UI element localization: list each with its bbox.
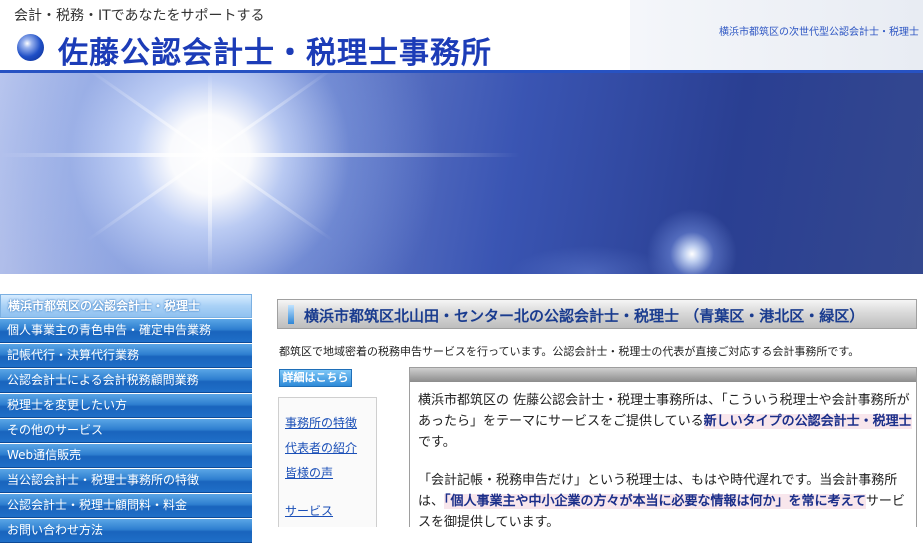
sidebar-item-features[interactable]: 当公認会計士・税理士事務所の特徴 xyxy=(0,469,252,493)
sidebar-item-label: 個人事業主の青色申告・確定申告業務 xyxy=(7,323,212,337)
sun-ray xyxy=(0,153,520,157)
sidebar-item-label: 当公認会計士・税理士事務所の特徴 xyxy=(7,473,200,487)
sidebar-item-contact[interactable]: お問い合わせ方法 xyxy=(0,519,252,543)
sidebar-item-home[interactable]: 横浜市都筑区の公認会計士・税理士 xyxy=(0,294,252,318)
site-tagline: 会計・税務・ITであなたをサポートする xyxy=(14,8,265,24)
sidebar-item-label: その他のサービス xyxy=(7,423,104,437)
content-box-header-bar xyxy=(410,368,916,382)
sidebar-item-label: お問い合わせ方法 xyxy=(7,523,104,537)
details-button[interactable]: 詳細はこちら xyxy=(279,369,352,387)
sidebar-item-other-services[interactable]: その他のサービス xyxy=(0,419,252,443)
page-title: 横浜市都筑区北山田・センター北の公認会計士・税理士 （青葉区・港北区・緑区） xyxy=(304,307,865,325)
intro-text: 都筑区で地域密着の税務申告サービスを行っています。公認会計士・税理士の代表が直接… xyxy=(279,345,860,358)
sidebar-nav: 横浜市都筑区の公認会計士・税理士 個人事業主の青色申告・確定申告業務 記帳代行・… xyxy=(0,294,252,544)
paragraph-text: です。 xyxy=(418,435,456,450)
sidebar-item-label: 税理士を変更したい方 xyxy=(7,398,128,412)
site-title[interactable]: 佐藤公認会計士・税理士事務所 xyxy=(58,28,492,72)
header-right-panel: 横浜市都筑区の次世代型公認会計士・税理士 xyxy=(630,0,923,70)
subnav-link-features[interactable]: 事務所の特徴 xyxy=(285,414,357,431)
intro-paragraph: 横浜市都筑区の 佐藤公認会計士・税理士事務所は、「こういう税理士や会計事務所があ… xyxy=(418,390,913,453)
sidebar-item-advisory[interactable]: 公認会計士による会計税務顧問業務 xyxy=(0,369,252,393)
service-paragraph: 「会計記帳・税務申告だけ」という税理士は、もはや時代遅れです。当会計事務所は、「… xyxy=(418,470,913,527)
sidebar-item-label: 公認会計士・税理士顧問料・料金 xyxy=(7,498,188,512)
highlight-text: 「個人事業主や中小企業の方々が本当に必要な情報は何か」を常に考えて xyxy=(444,494,866,509)
logo-orb-icon xyxy=(17,34,44,61)
sidebar-item-individual-tax[interactable]: 個人事業主の青色申告・確定申告業務 xyxy=(0,319,252,343)
content-box: 横浜市都筑区の 佐藤公認会計士・税理士事務所は、「こういう税理士や会計事務所があ… xyxy=(409,367,917,527)
sidebar-item-label: 公認会計士による会計税務顧問業務 xyxy=(7,373,199,387)
heading-marker-icon xyxy=(288,305,294,324)
site-header: 会計・税務・ITであなたをサポートする 佐藤公認会計士・税理士事務所 横浜市都筑… xyxy=(0,0,923,72)
sun-ray xyxy=(208,73,212,274)
sidebar-item-label: 横浜市都筑区の公認会計士・税理士 xyxy=(8,299,201,313)
highlight-text: 新しいタイプの公認会計士・税理士 xyxy=(703,414,912,429)
sidebar-item-change-accountant[interactable]: 税理士を変更したい方 xyxy=(0,394,252,418)
header-catchphrase: 横浜市都筑区の次世代型公認会計士・税理士 xyxy=(719,27,919,38)
sidebar-item-bookkeeping[interactable]: 記帳代行・決算代行業務 xyxy=(0,344,252,368)
subnav-link-testimonials[interactable]: 皆様の声 xyxy=(285,464,333,481)
subnav-link-profile[interactable]: 代表者の紹介 xyxy=(285,439,357,456)
sidebar-item-fees[interactable]: 公認会計士・税理士顧問料・料金 xyxy=(0,494,252,518)
subnav-link-services[interactable]: サービス xyxy=(285,502,333,519)
sidebar-item-label: 記帳代行・決算代行業務 xyxy=(7,348,140,362)
section-heading: 横浜市都筑区北山田・センター北の公認会計士・税理士 （青葉区・港北区・緑区） xyxy=(277,299,917,329)
sidebar-item-label: Web通信販売 xyxy=(7,448,82,462)
sidebar-item-web-shop[interactable]: Web通信販売 xyxy=(0,444,252,468)
sub-navigation: 事務所の特徴 代表者の紹介 皆様の声 サービス xyxy=(278,397,377,527)
hero-banner-image xyxy=(0,73,923,274)
